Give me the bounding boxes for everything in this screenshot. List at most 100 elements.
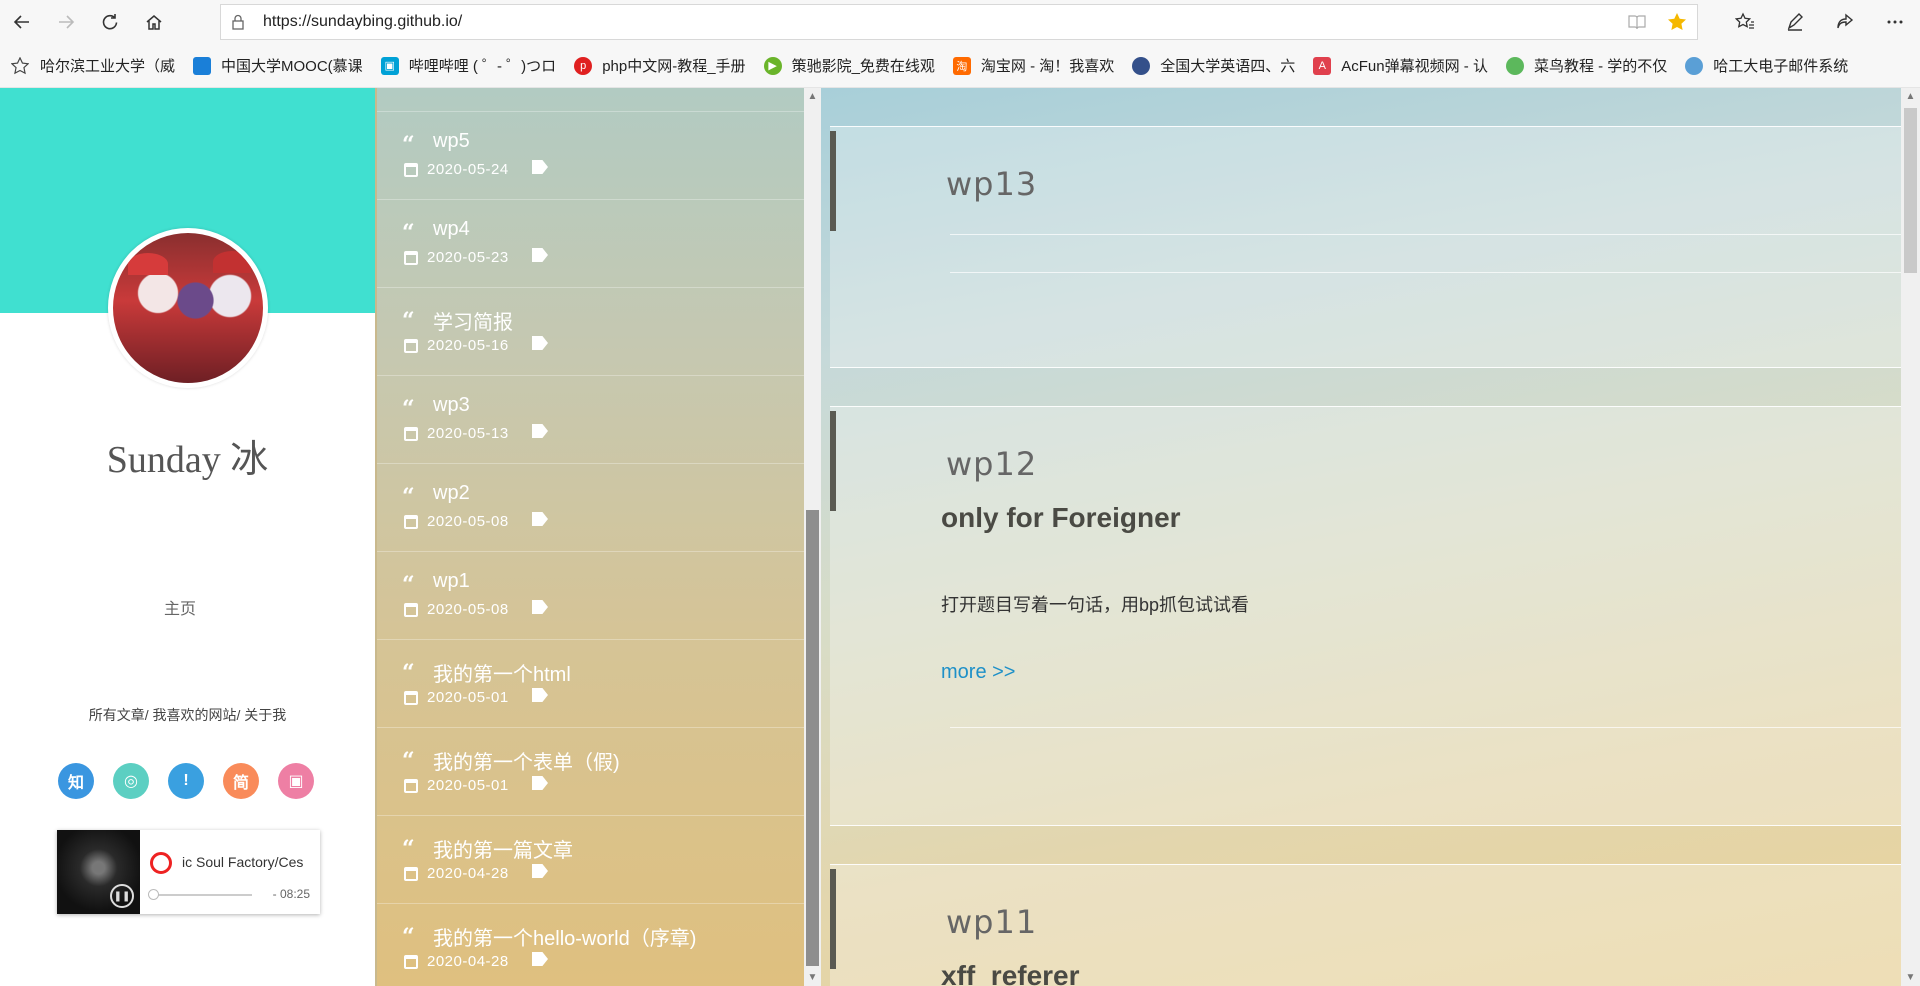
article-title[interactable]: wp11	[946, 903, 1037, 941]
article-title[interactable]: wp13	[946, 165, 1037, 203]
bookmark-label: 菜鸟教程 - 学的不仅	[1533, 58, 1668, 75]
scroll-down-arrow-icon[interactable]: ▼	[804, 969, 821, 986]
bookmark-label: 哈尔滨工业大学（威	[40, 58, 176, 75]
quote-icon: “	[402, 660, 415, 686]
post-title[interactable]: wp5	[433, 130, 470, 153]
scrollbar-thumb[interactable]	[1904, 108, 1917, 273]
runoob-icon	[1505, 56, 1524, 75]
tag-icon[interactable]	[532, 512, 548, 526]
favorites-button[interactable]	[1720, 0, 1770, 44]
pause-icon[interactable]: ❚❚	[110, 884, 134, 908]
post-item[interactable]: “ 我的第一个表单（假) 2020-05-01	[377, 728, 807, 816]
post-title[interactable]: wp4	[433, 218, 470, 241]
post-title[interactable]: wp3	[433, 394, 470, 417]
read-more-link[interactable]: more >>	[941, 661, 1015, 684]
home-link[interactable]: 主页	[0, 595, 360, 619]
post-item[interactable]: “ 我的第一篇文章 2020-04-28	[377, 816, 807, 904]
post-date: 2020-05-08	[427, 513, 509, 530]
share-icon	[1837, 13, 1854, 29]
post-list: “ wp5 2020-05-24 “ wp4 2020-05-23 “ 学习简报…	[375, 88, 807, 986]
bookmark-label: 淘宝网 - 淘！我喜欢	[980, 58, 1115, 75]
scrollbar-thumb[interactable]	[806, 510, 819, 966]
qq-icon[interactable]: ◎	[113, 763, 149, 799]
zhihu-icon[interactable]: 知	[58, 763, 94, 799]
bookmark-item[interactable]: 中国大学MOOC(慕课	[193, 55, 363, 76]
share-button[interactable]	[1820, 0, 1870, 44]
post-title[interactable]: 我的第一个html	[433, 658, 571, 687]
weibo-icon[interactable]: !	[168, 763, 204, 799]
quote-icon: “	[402, 484, 415, 510]
post-item[interactable]: “ wp5 2020-05-24	[377, 112, 807, 200]
post-title[interactable]: 我的第一个表单（假)	[433, 746, 620, 775]
post-title[interactable]: 我的第一个hello-world（序章)	[433, 922, 696, 951]
tag-icon[interactable]	[532, 336, 548, 350]
back-button[interactable]	[0, 0, 44, 44]
web-page: Sunday 冰 主页 所有文章/ 我喜欢的网站/ 关于我 知 ◎ ! 简 ▣ …	[0, 88, 1920, 986]
song-time: - 08:25	[272, 887, 310, 901]
bookmark-item[interactable]: 全国大学英语四、六	[1132, 55, 1295, 76]
reader-view-icon[interactable]	[1617, 14, 1657, 30]
calendar-icon	[404, 515, 418, 529]
tag-icon[interactable]	[532, 776, 548, 790]
bookmark-item[interactable]: ▶ 策驰影院_免费在线观	[763, 55, 935, 76]
post-title[interactable]: 学习简报	[433, 306, 513, 335]
tag-icon[interactable]	[532, 248, 548, 262]
calendar-icon	[404, 603, 418, 617]
scroll-up-arrow-icon[interactable]: ▲	[1901, 88, 1920, 105]
jianshu-icon[interactable]: 简	[223, 763, 259, 799]
post-item[interactable]: “ 学习简报 2020-05-16	[377, 288, 807, 376]
favorites-list-icon	[1735, 12, 1754, 29]
post-title[interactable]: 我的第一篇文章	[433, 834, 573, 863]
forward-button[interactable]	[44, 0, 88, 44]
post-item-partial[interactable]	[377, 88, 807, 112]
bookmark-label: 全国大学英语四、六	[1160, 58, 1296, 75]
bookmark-item[interactable]: A AcFun弹幕视频网 - 认	[1313, 55, 1488, 76]
notes-button[interactable]	[1770, 0, 1820, 44]
refresh-button[interactable]	[88, 0, 132, 44]
post-list-scrollbar[interactable]: ▲ ▼	[804, 88, 821, 986]
bookmark-item[interactable]: 哈尔滨工业大学（威	[40, 55, 175, 76]
tag-icon[interactable]	[532, 424, 548, 438]
bookmark-item[interactable]: 菜鸟教程 - 学的不仅	[1505, 55, 1668, 76]
scroll-up-arrow-icon[interactable]: ▲	[804, 88, 821, 105]
post-title[interactable]: wp1	[433, 570, 470, 593]
home-button[interactable]	[132, 0, 176, 44]
tag-icon[interactable]	[532, 600, 548, 614]
tag-icon[interactable]	[532, 952, 548, 966]
progress-knob[interactable]	[148, 889, 159, 900]
post-title[interactable]: wp2	[433, 482, 470, 505]
address-bar[interactable]: https://sundaybing.github.io/	[220, 4, 1698, 40]
post-item[interactable]: “ wp4 2020-05-23	[377, 200, 807, 288]
progress-bar[interactable]	[152, 894, 252, 896]
favorite-star-icon[interactable]	[1657, 12, 1697, 32]
scroll-down-arrow-icon[interactable]: ▼	[1901, 969, 1920, 986]
post-item[interactable]: “ 我的第一个html 2020-05-01	[377, 640, 807, 728]
profile-sidebar: Sunday 冰 主页 所有文章/ 我喜欢的网站/ 关于我 知 ◎ ! 简 ▣ …	[0, 88, 375, 986]
tag-icon[interactable]	[532, 688, 548, 702]
bookmark-item[interactable]: 哈工大电子邮件系统	[1685, 55, 1848, 76]
cet-icon	[1132, 56, 1151, 75]
bookmark-label: php中文网-教程_手册	[602, 58, 746, 75]
article-title[interactable]: wp12	[946, 445, 1037, 483]
quote-icon: “	[402, 748, 415, 774]
more-dots-icon	[1887, 20, 1903, 24]
nav-links[interactable]: 所有文章/ 我喜欢的网站/ 关于我	[0, 705, 375, 725]
bookmark-item[interactable]: ▣ 哔哩哔哩 ( ゜- ゜)つロ	[380, 55, 556, 76]
post-item[interactable]: “ wp1 2020-05-08	[377, 552, 807, 640]
player-info: ic Soul Factory/Ces - 08:25	[140, 830, 320, 914]
post-item[interactable]: “ wp2 2020-05-08	[377, 464, 807, 552]
page-scrollbar[interactable]: ▲ ▼	[1901, 88, 1920, 986]
calendar-icon	[404, 163, 418, 177]
bookmark-star-icon[interactable]	[0, 56, 40, 75]
tag-icon[interactable]	[532, 864, 548, 878]
bookmark-item[interactable]: p php中文网-教程_手册	[574, 55, 746, 76]
post-item[interactable]: “ wp3 2020-05-13	[377, 376, 807, 464]
more-button[interactable]	[1870, 0, 1920, 44]
post-item[interactable]: “ 我的第一个hello-world（序章) 2020-04-28	[377, 904, 807, 986]
browser-toolbar: https://sundaybing.github.io/	[0, 0, 1920, 44]
tag-icon[interactable]	[532, 160, 548, 174]
url-text[interactable]: https://sundaybing.github.io/	[255, 13, 1617, 31]
bilibili-icon[interactable]: ▣	[278, 763, 314, 799]
avatar[interactable]	[108, 228, 268, 388]
bookmark-item[interactable]: 淘淘宝网 - 淘！我喜欢	[952, 55, 1115, 76]
